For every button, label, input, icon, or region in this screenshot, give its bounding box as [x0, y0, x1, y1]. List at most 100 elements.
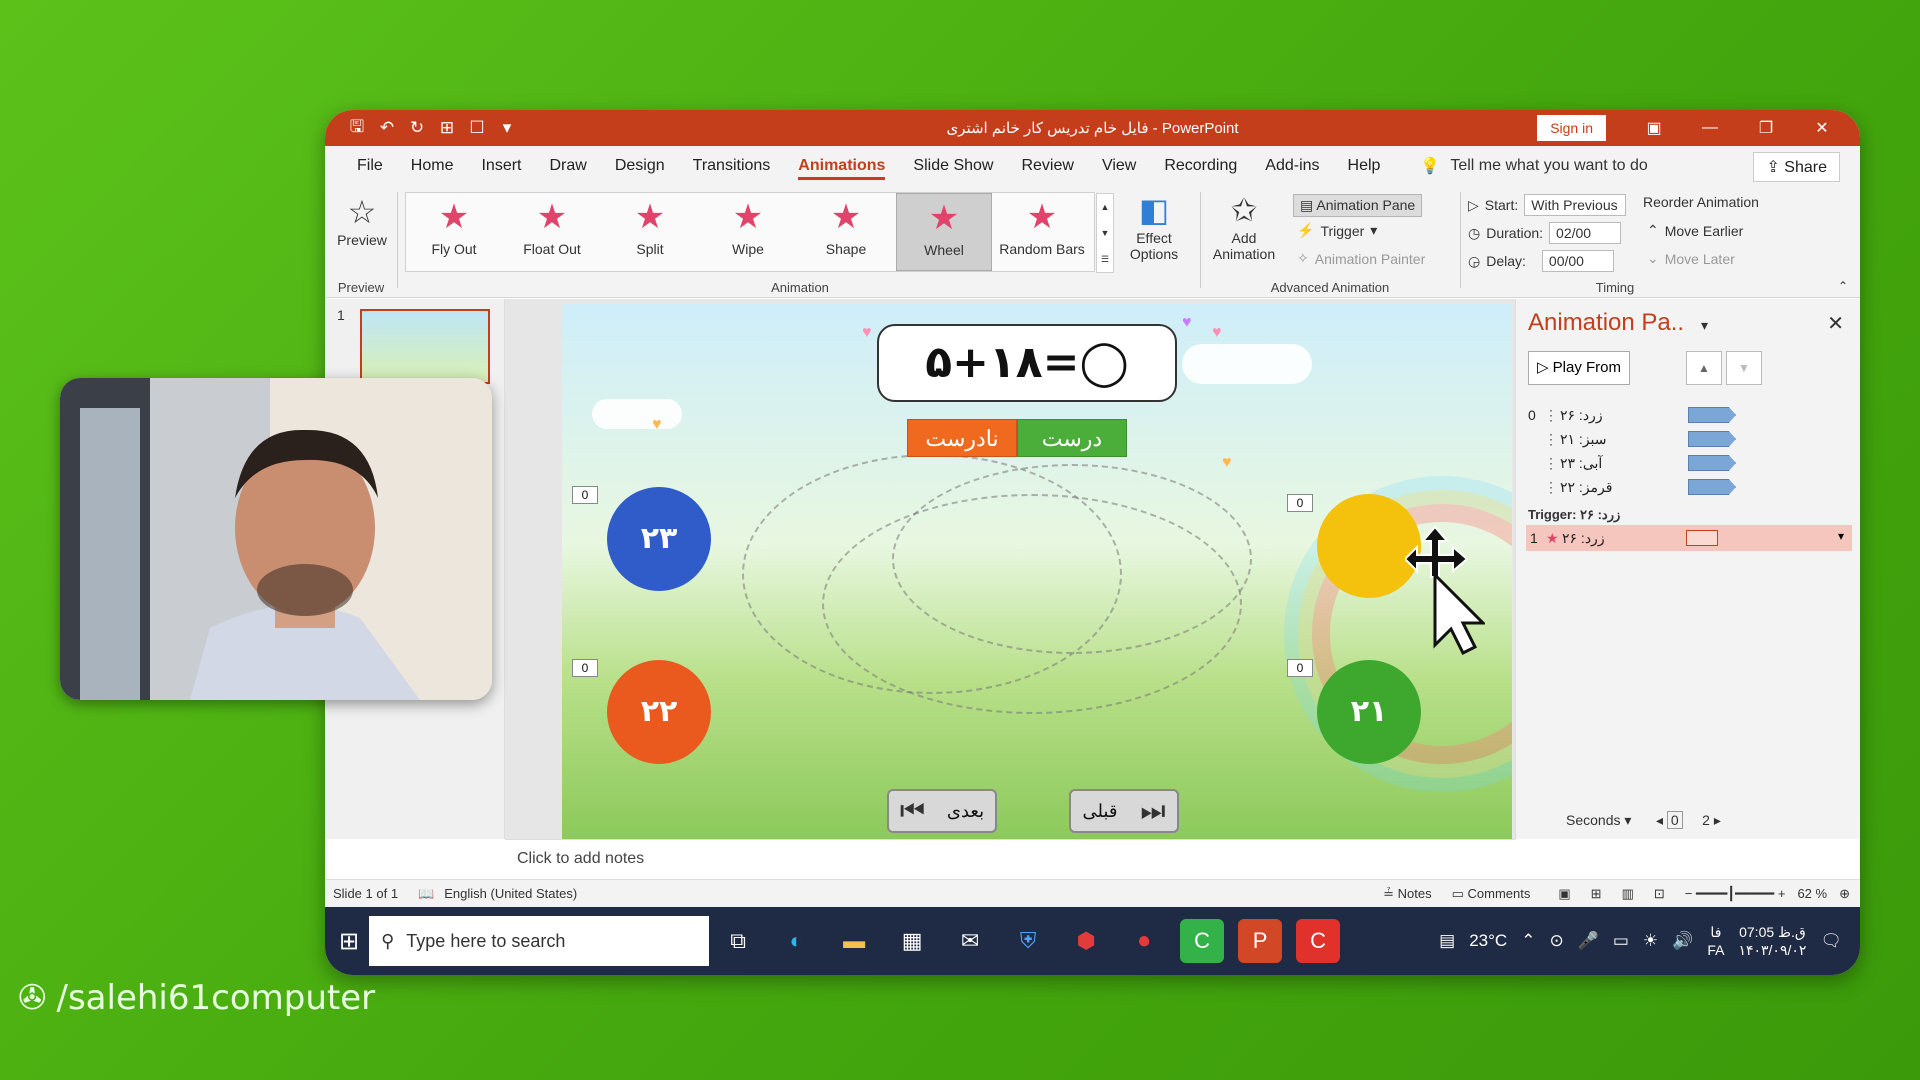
clock[interactable]: 07:05 ق.ظ ۱۴۰۳/۰۹/۰۲ [1738, 923, 1806, 959]
tell-me-search[interactable]: 💡 Tell me what you want to do [1420, 156, 1647, 176]
notification-icon[interactable]: 🗨 [1820, 931, 1842, 951]
sign-in-button[interactable]: Sign in [1537, 115, 1606, 141]
effect-float-out[interactable]: ★ Float Out [504, 193, 600, 271]
trigger-button[interactable]: ⚡ Trigger ▾ [1297, 222, 1377, 239]
animation-item[interactable]: ⋮ قرمز: ۲۲ [1528, 475, 1848, 499]
animation-pane-button[interactable]: ▤ Animation Pane [1293, 194, 1423, 217]
app-red-icon[interactable]: ⬢ [1064, 919, 1108, 963]
effect-split[interactable]: ★ Split [602, 193, 698, 271]
zoom-level[interactable]: 62 % [1797, 886, 1827, 901]
ball-green[interactable]: ۲۱ [1317, 660, 1421, 764]
pane-close-icon[interactable]: ✕ [1827, 311, 1844, 336]
touch-icon[interactable]: ☐ [467, 118, 487, 138]
security-icon[interactable]: ⛨ [1006, 919, 1050, 963]
ribbon-display-icon[interactable]: ▣ [1626, 118, 1682, 138]
tab-view[interactable]: View [1088, 146, 1150, 186]
mic-icon[interactable]: 🎤 [1578, 931, 1599, 951]
tab-file[interactable]: File [343, 146, 397, 186]
delay-input[interactable]: 00/00 [1541, 250, 1614, 272]
tab-add-ins[interactable]: Add-ins [1251, 146, 1333, 186]
play-from-button[interactable]: ▷ Play From [1528, 351, 1630, 385]
collapse-ribbon-icon[interactable]: ⌃ [1838, 279, 1848, 293]
slideshow-view-icon[interactable]: ⊡ [1654, 886, 1665, 902]
tab-draw[interactable]: Draw [535, 146, 600, 186]
volume-icon[interactable]: 🔊 [1672, 931, 1693, 951]
previous-button[interactable]: قبلی ⏭ [1069, 789, 1179, 833]
tab-recording[interactable]: Recording [1150, 146, 1251, 186]
taskbar-search[interactable]: ⚲ Type here to search [369, 916, 710, 966]
tab-design[interactable]: Design [601, 146, 679, 186]
network-icon[interactable]: ⊙ [1549, 931, 1563, 951]
present-icon[interactable]: ⊞ [437, 118, 457, 138]
reading-view-icon[interactable]: ▥ [1622, 886, 1634, 902]
undo-icon[interactable]: ↶ [377, 118, 397, 138]
selected-animation-item[interactable]: 1 ★ زرد: ۲۶ ▾ [1526, 525, 1852, 551]
add-animation-button[interactable]: ✩ Add Animation [1205, 190, 1283, 262]
effect-random-bars[interactable]: ★ Random Bars [994, 193, 1090, 271]
chevron-up-icon[interactable]: ⌃ [1521, 931, 1535, 951]
ball-orange[interactable]: ۲۲ [607, 660, 711, 764]
duration-input[interactable]: 02/00 [1549, 222, 1622, 244]
minimize-icon[interactable]: — [1682, 119, 1738, 137]
start-select[interactable]: With Previous [1524, 194, 1627, 216]
move-later-button[interactable]: ⌄ Move Later [1647, 250, 1735, 267]
normal-view-icon[interactable]: ▣ [1558, 886, 1570, 902]
customize-qat-icon[interactable]: ▾ [497, 118, 517, 138]
slide-sorter-icon[interactable]: ⊞ [1591, 886, 1602, 902]
tab-transitions[interactable]: Transitions [679, 146, 785, 186]
effect-wipe[interactable]: ★ Wipe [700, 193, 796, 271]
edge-icon[interactable]: ◐ [774, 919, 818, 963]
tab-review[interactable]: Review [1007, 146, 1087, 186]
move-down-icon[interactable]: ▼ [1726, 351, 1762, 385]
screen-recorder-icon[interactable]: ⏺ [1122, 919, 1166, 963]
share-button[interactable]: ⇪ Share [1753, 152, 1840, 182]
fit-to-window-icon[interactable]: ⊕ [1839, 886, 1850, 902]
powerpoint-icon[interactable]: P [1238, 919, 1283, 963]
animation-item[interactable]: ⋮ آبی: ۲۳ [1528, 451, 1848, 475]
preview-button[interactable]: ☆ Preview [333, 192, 391, 248]
weather-icon[interactable]: ▤ [1439, 931, 1455, 951]
mail-icon[interactable]: ✉ [948, 919, 992, 963]
notes-toggle[interactable]: ≟ Notes [1383, 886, 1431, 902]
notes-area[interactable]: Click to add notes [505, 839, 1515, 879]
comments-toggle[interactable]: ▭ Comments [1452, 886, 1531, 902]
slide[interactable]: ♥ ♥ ♥ ♥ ♥ ۵+۱۸=◯ درست نادرست 0 0 0 0 ۲۳ … [562, 304, 1512, 840]
effect-options-button[interactable]: ◧ Effect Options [1120, 190, 1188, 262]
correct-button[interactable]: درست [1017, 419, 1127, 457]
item-dropdown-icon[interactable]: ▾ [1838, 529, 1844, 543]
zoom-slider[interactable]: − ━━━━┃━━━━━ + [1685, 886, 1786, 902]
tab-animations[interactable]: Animations [784, 146, 899, 186]
language-indicator[interactable]: فا FA [1707, 923, 1724, 959]
slide-thumbnail[interactable] [360, 309, 490, 384]
effect-fly-out[interactable]: ★ Fly Out [406, 193, 502, 271]
animation-item[interactable]: ⋮ سبز: ۲۱ [1528, 427, 1848, 451]
tab-slide-show[interactable]: Slide Show [899, 146, 1007, 186]
camtasia-green-icon[interactable]: C [1180, 919, 1225, 963]
brightness-icon[interactable]: ☀ [1643, 931, 1658, 951]
language-status[interactable]: English (United States) [444, 886, 577, 901]
move-earlier-button[interactable]: ⌃ Move Earlier [1647, 222, 1743, 239]
store-icon[interactable]: ▦ [890, 919, 934, 963]
temperature[interactable]: 23°C [1469, 931, 1507, 951]
gallery-scroll[interactable]: ▲ ▼ ☰ [1096, 193, 1114, 273]
close-icon[interactable]: ✕ [1794, 118, 1850, 138]
ball-blue[interactable]: ۲۳ [607, 487, 711, 591]
camtasia-red-icon[interactable]: C [1296, 919, 1341, 963]
file-explorer-icon[interactable]: ▬ [832, 919, 876, 963]
tab-home[interactable]: Home [397, 146, 468, 186]
tab-help[interactable]: Help [1334, 146, 1395, 186]
redo-icon[interactable]: ↻ [407, 118, 427, 138]
animation-painter-button[interactable]: ✧ Animation Painter [1297, 250, 1425, 267]
tab-insert[interactable]: Insert [467, 146, 535, 186]
effect-wheel[interactable]: ★ Wheel [896, 193, 992, 271]
save-icon[interactable]: 🖫 [347, 114, 367, 143]
wrong-button[interactable]: نادرست [907, 419, 1017, 457]
seconds-dropdown[interactable]: Seconds ▾ [1566, 812, 1631, 829]
next-button[interactable]: ⏮ بعدی [887, 789, 997, 833]
windows-start-icon[interactable]: ⊞ [339, 927, 359, 956]
animation-item[interactable]: 0 ⋮ زرد: ۲۶ [1528, 403, 1848, 427]
pane-options-icon[interactable]: ▾ [1701, 317, 1708, 334]
task-view-icon[interactable]: ⧉ [716, 919, 760, 963]
move-up-icon[interactable]: ▲ [1686, 351, 1722, 385]
battery-icon[interactable]: ▭ [1613, 931, 1629, 951]
